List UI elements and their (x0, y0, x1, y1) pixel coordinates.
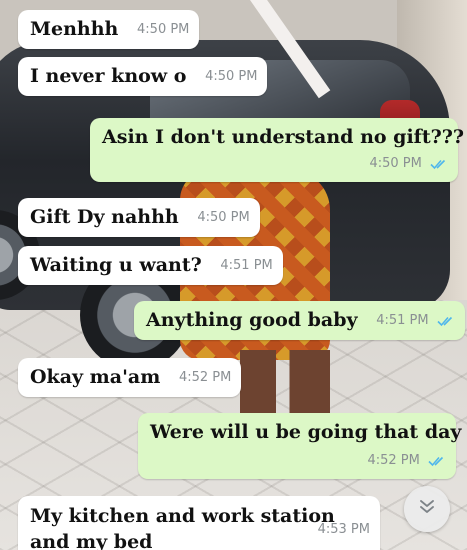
message-text: Menhhh (30, 18, 119, 40)
message-text: Anything good baby (146, 309, 358, 331)
chevron-double-down-icon (418, 499, 436, 519)
message-meta: 4:52 PM (367, 449, 446, 473)
message-timestamp: 4:50 PM (369, 156, 422, 171)
message-timestamp: 4:52 PM (367, 453, 420, 468)
message-text: Asin I don't understand no gift??? (102, 126, 465, 148)
message-text: Waiting u want? (30, 254, 202, 276)
scroll-to-bottom-button[interactable] (404, 486, 450, 532)
message-timestamp: 4:50 PM (197, 210, 250, 225)
message-bubble-incoming[interactable]: My kitchen and work station and my bed 4… (18, 496, 380, 550)
chat-message-list[interactable]: Menhhh 4:50 PM I never know o 4:50 PM As… (0, 0, 467, 550)
message-bubble-incoming[interactable]: Waiting u want? 4:51 PM (18, 246, 283, 285)
message-bubble-incoming[interactable]: Gift Dy nahhh 4:50 PM (18, 198, 260, 237)
message-timestamp: 4:51 PM (376, 313, 429, 328)
message-meta: 4:51 PM (376, 309, 455, 333)
double-check-icon (428, 455, 446, 467)
message-text: Okay ma'am (30, 366, 161, 388)
message-bubble-incoming[interactable]: I never know o 4:50 PM (18, 57, 268, 96)
message-bubble-incoming[interactable]: Okay ma'am 4:52 PM (18, 358, 242, 397)
message-bubble-outgoing[interactable]: Were will u be going that day 4:52 PM (138, 413, 461, 479)
message-bubble-outgoing[interactable]: Asin I don't understand no gift??? 4:50 … (90, 118, 464, 182)
message-timestamp: 4:52 PM (178, 370, 232, 385)
message-text: Gift Dy nahhh (30, 206, 179, 228)
message-timestamp: 4:50 PM (205, 69, 258, 84)
message-meta: 4:50 PM (369, 152, 448, 176)
message-bubble-outgoing[interactable]: Anything good baby 4:51 PM (134, 301, 465, 340)
double-check-icon (430, 158, 448, 170)
double-check-icon (437, 315, 455, 327)
message-bubble-incoming[interactable]: Menhhh 4:50 PM (18, 10, 200, 49)
message-timestamp: 4:53 PM (317, 522, 370, 537)
message-text: I never know o (30, 65, 187, 87)
message-timestamp: 4:51 PM (220, 258, 273, 273)
message-text: Were will u be going that day (150, 421, 462, 443)
message-timestamp: 4:50 PM (137, 22, 190, 37)
